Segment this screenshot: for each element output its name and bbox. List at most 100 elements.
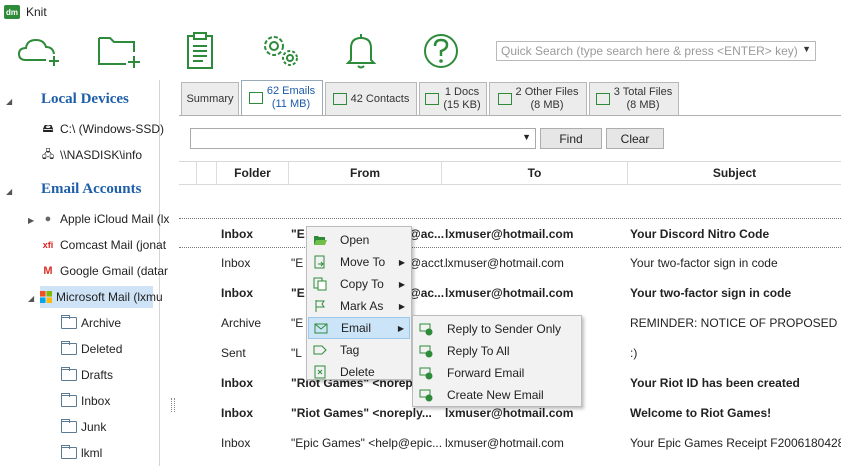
new-email-icon	[419, 388, 433, 402]
table-row[interactable]: Inbox "E lxmuser@hotmail.com Your two-facto…	[179, 278, 841, 308]
sidebar-folder-drafts[interactable]: Drafts	[61, 364, 113, 386]
local-devices-header[interactable]: Local Devices	[41, 91, 201, 108]
sidebar-folder-archive[interactable]: Archive	[61, 312, 121, 334]
splitter-handle[interactable]	[171, 398, 175, 412]
copy-to-icon	[313, 277, 327, 291]
submenu-arrow-icon: ▶	[397, 323, 404, 333]
drive-icon: 🖴	[42, 122, 54, 135]
menu-item-label: Email	[341, 321, 372, 335]
help-icon[interactable]	[418, 30, 464, 70]
expand-arrow-icon[interactable]: ▶	[28, 216, 34, 225]
email-accounts-header[interactable]: Email Accounts	[41, 181, 201, 198]
tab-label: 1 Docs (15 KB)	[443, 86, 481, 111]
sidebar-folder-junk[interactable]: Junk	[61, 416, 106, 438]
collapse-arrow-icon[interactable]: ◢	[6, 187, 12, 196]
submenu-item-reply-to-all[interactable]: Reply To All	[414, 340, 580, 362]
tab-docs[interactable]: 1 Docs (15 KB)	[419, 82, 487, 115]
submenu-item-label: Reply To All	[447, 344, 510, 358]
clear-button[interactable]: Clear	[606, 128, 664, 149]
menu-item-tag[interactable]: Tag	[308, 339, 410, 361]
submenu-arrow-icon: ▶	[398, 257, 405, 267]
collapse-arrow-icon[interactable]: ◢	[6, 97, 12, 106]
menu-item-mark-as[interactable]: Mark As ▶	[308, 295, 410, 317]
filter-combobox[interactable]: ▼	[190, 128, 536, 149]
menu-item-copy-to[interactable]: Copy To ▶	[308, 273, 410, 295]
submenu-item-create-new-email[interactable]: Create New Email	[414, 384, 580, 406]
menu-item-email[interactable]: Email ▶	[308, 317, 410, 339]
tab-total-files[interactable]: 3 Total Files (8 MB)	[589, 82, 679, 115]
column-header-folder[interactable]: Folder	[217, 162, 289, 184]
table-row[interactable]: Inbox "Epic Games" <help@epic... lxmuser@h…	[179, 428, 841, 458]
cell-to: lxmuser@hotmail.com	[445, 227, 574, 241]
sidebar-folder-inbox[interactable]: Inbox	[61, 390, 110, 412]
submenu-item-reply-to-sender-only[interactable]: Reply to Sender Only	[414, 318, 580, 340]
collapse-arrow-icon[interactable]: ◢	[28, 294, 34, 303]
sidebar-folder-deleted[interactable]: Deleted	[61, 338, 122, 360]
apple-icon: ●	[44, 213, 52, 225]
tab-label: 2 Other Files (8 MB)	[515, 86, 579, 111]
grid-selector-col[interactable]	[179, 162, 197, 184]
cloud-add-icon[interactable]	[16, 30, 62, 70]
tab-other-files[interactable]: 2 Other Files (8 MB)	[489, 82, 587, 115]
cell-folder: Inbox	[221, 436, 251, 450]
sidebar-item-label: C:\ (Windows-SSD)	[60, 122, 165, 136]
sidebar-folder-lkml[interactable]: lkml	[61, 442, 102, 464]
folder-label: Drafts	[81, 368, 114, 382]
app-title: Knit	[26, 5, 47, 19]
cell-subject: :)	[630, 346, 638, 360]
tag-icon	[313, 343, 327, 357]
cell-from: "Epic Games" <help@epic...	[291, 436, 441, 450]
context-menu: Open Move To ▶ Copy To ▶ Mark As ▶ Email ▶ Tag Del…	[306, 226, 412, 380]
menu-item-delete[interactable]: Delete	[308, 361, 410, 383]
file-icon	[497, 93, 512, 105]
table-row[interactable]: Inbox "E lxmuser@hotmail.com Your two-facto…	[179, 248, 841, 278]
menu-item-label: Open	[340, 233, 370, 247]
chevron-down-icon[interactable]: ▼	[522, 132, 531, 142]
cell-subject: REMINDER: NOTICE OF PROPOSED CLAS	[630, 316, 841, 330]
folder-icon	[61, 393, 77, 407]
flag-icon	[313, 299, 327, 313]
bell-icon[interactable]	[338, 30, 384, 70]
submenu-item-label: Forward Email	[447, 366, 525, 380]
column-header-subject[interactable]: Subject	[628, 162, 841, 184]
cell-subject: Welcome to Riot Games!	[630, 406, 772, 420]
menu-item-label: Copy To	[340, 277, 384, 291]
table-row[interactable]: Inbox "E lxmuser@hotmail.com Your Discord N…	[179, 218, 841, 248]
grid-header: Folder From To Subject	[179, 161, 841, 185]
folder-label: lkml	[81, 446, 103, 460]
email-submenu: Reply to Sender Only Reply To All Forward …	[412, 315, 582, 407]
quick-search-input[interactable]: Quick Search (type search here & press <…	[496, 41, 816, 61]
gears-icon[interactable]	[258, 30, 304, 70]
tab-summary[interactable]: Summary	[181, 82, 239, 115]
submenu-item-forward-email[interactable]: Forward Email	[414, 362, 580, 384]
document-icon	[425, 93, 440, 105]
sidebar-item-label: Microsoft Mail (lxmu	[56, 290, 163, 304]
sidebar-item-nasdisk[interactable]: 🖧 \\NASDISK\info	[40, 144, 142, 166]
grid-icon-col[interactable]	[197, 162, 217, 184]
sidebar-item-drive-c[interactable]: 🖴 C:\ (Windows-SSD)	[40, 118, 164, 140]
tab-emails[interactable]: 62 Emails (11 MB)	[241, 80, 323, 115]
menu-item-open[interactable]: Open	[308, 229, 410, 251]
cell-subject: Your Discord Nitro Code	[630, 227, 770, 241]
column-header-from[interactable]: From	[289, 162, 442, 184]
folder-add-icon[interactable]	[96, 30, 142, 70]
submenu-item-label: Reply to Sender Only	[447, 322, 562, 336]
submenu-arrow-icon: ▶	[398, 279, 405, 289]
sidebar-item-comcast[interactable]: xfi Comcast Mail (jonat	[40, 234, 166, 256]
menu-item-label: Delete	[340, 365, 375, 379]
cell-folder: Inbox	[221, 406, 253, 420]
chevron-down-icon[interactable]: ▼	[802, 44, 811, 54]
sidebar-item-label: Apple iCloud Mail (lx	[60, 212, 170, 226]
sidebar-item-microsoft[interactable]: Microsoft Mail (lxmu	[40, 286, 163, 308]
tab-contacts[interactable]: 42 Contacts	[325, 82, 417, 115]
sidebar-item-icloud[interactable]: ● Apple iCloud Mail (lx	[40, 208, 170, 230]
find-button[interactable]: Find	[540, 128, 602, 149]
submenu-arrow-icon: ▶	[398, 301, 405, 311]
menu-item-move-to[interactable]: Move To ▶	[308, 251, 410, 273]
menu-item-label: Mark As	[340, 299, 384, 313]
app-logo: dm	[4, 5, 20, 19]
clipboard-icon[interactable]	[178, 30, 224, 70]
cell-subject: Your Riot ID has been created	[630, 376, 800, 390]
sidebar-item-gmail[interactable]: M Google Gmail (datar	[40, 260, 168, 282]
column-header-to[interactable]: To	[442, 162, 628, 184]
